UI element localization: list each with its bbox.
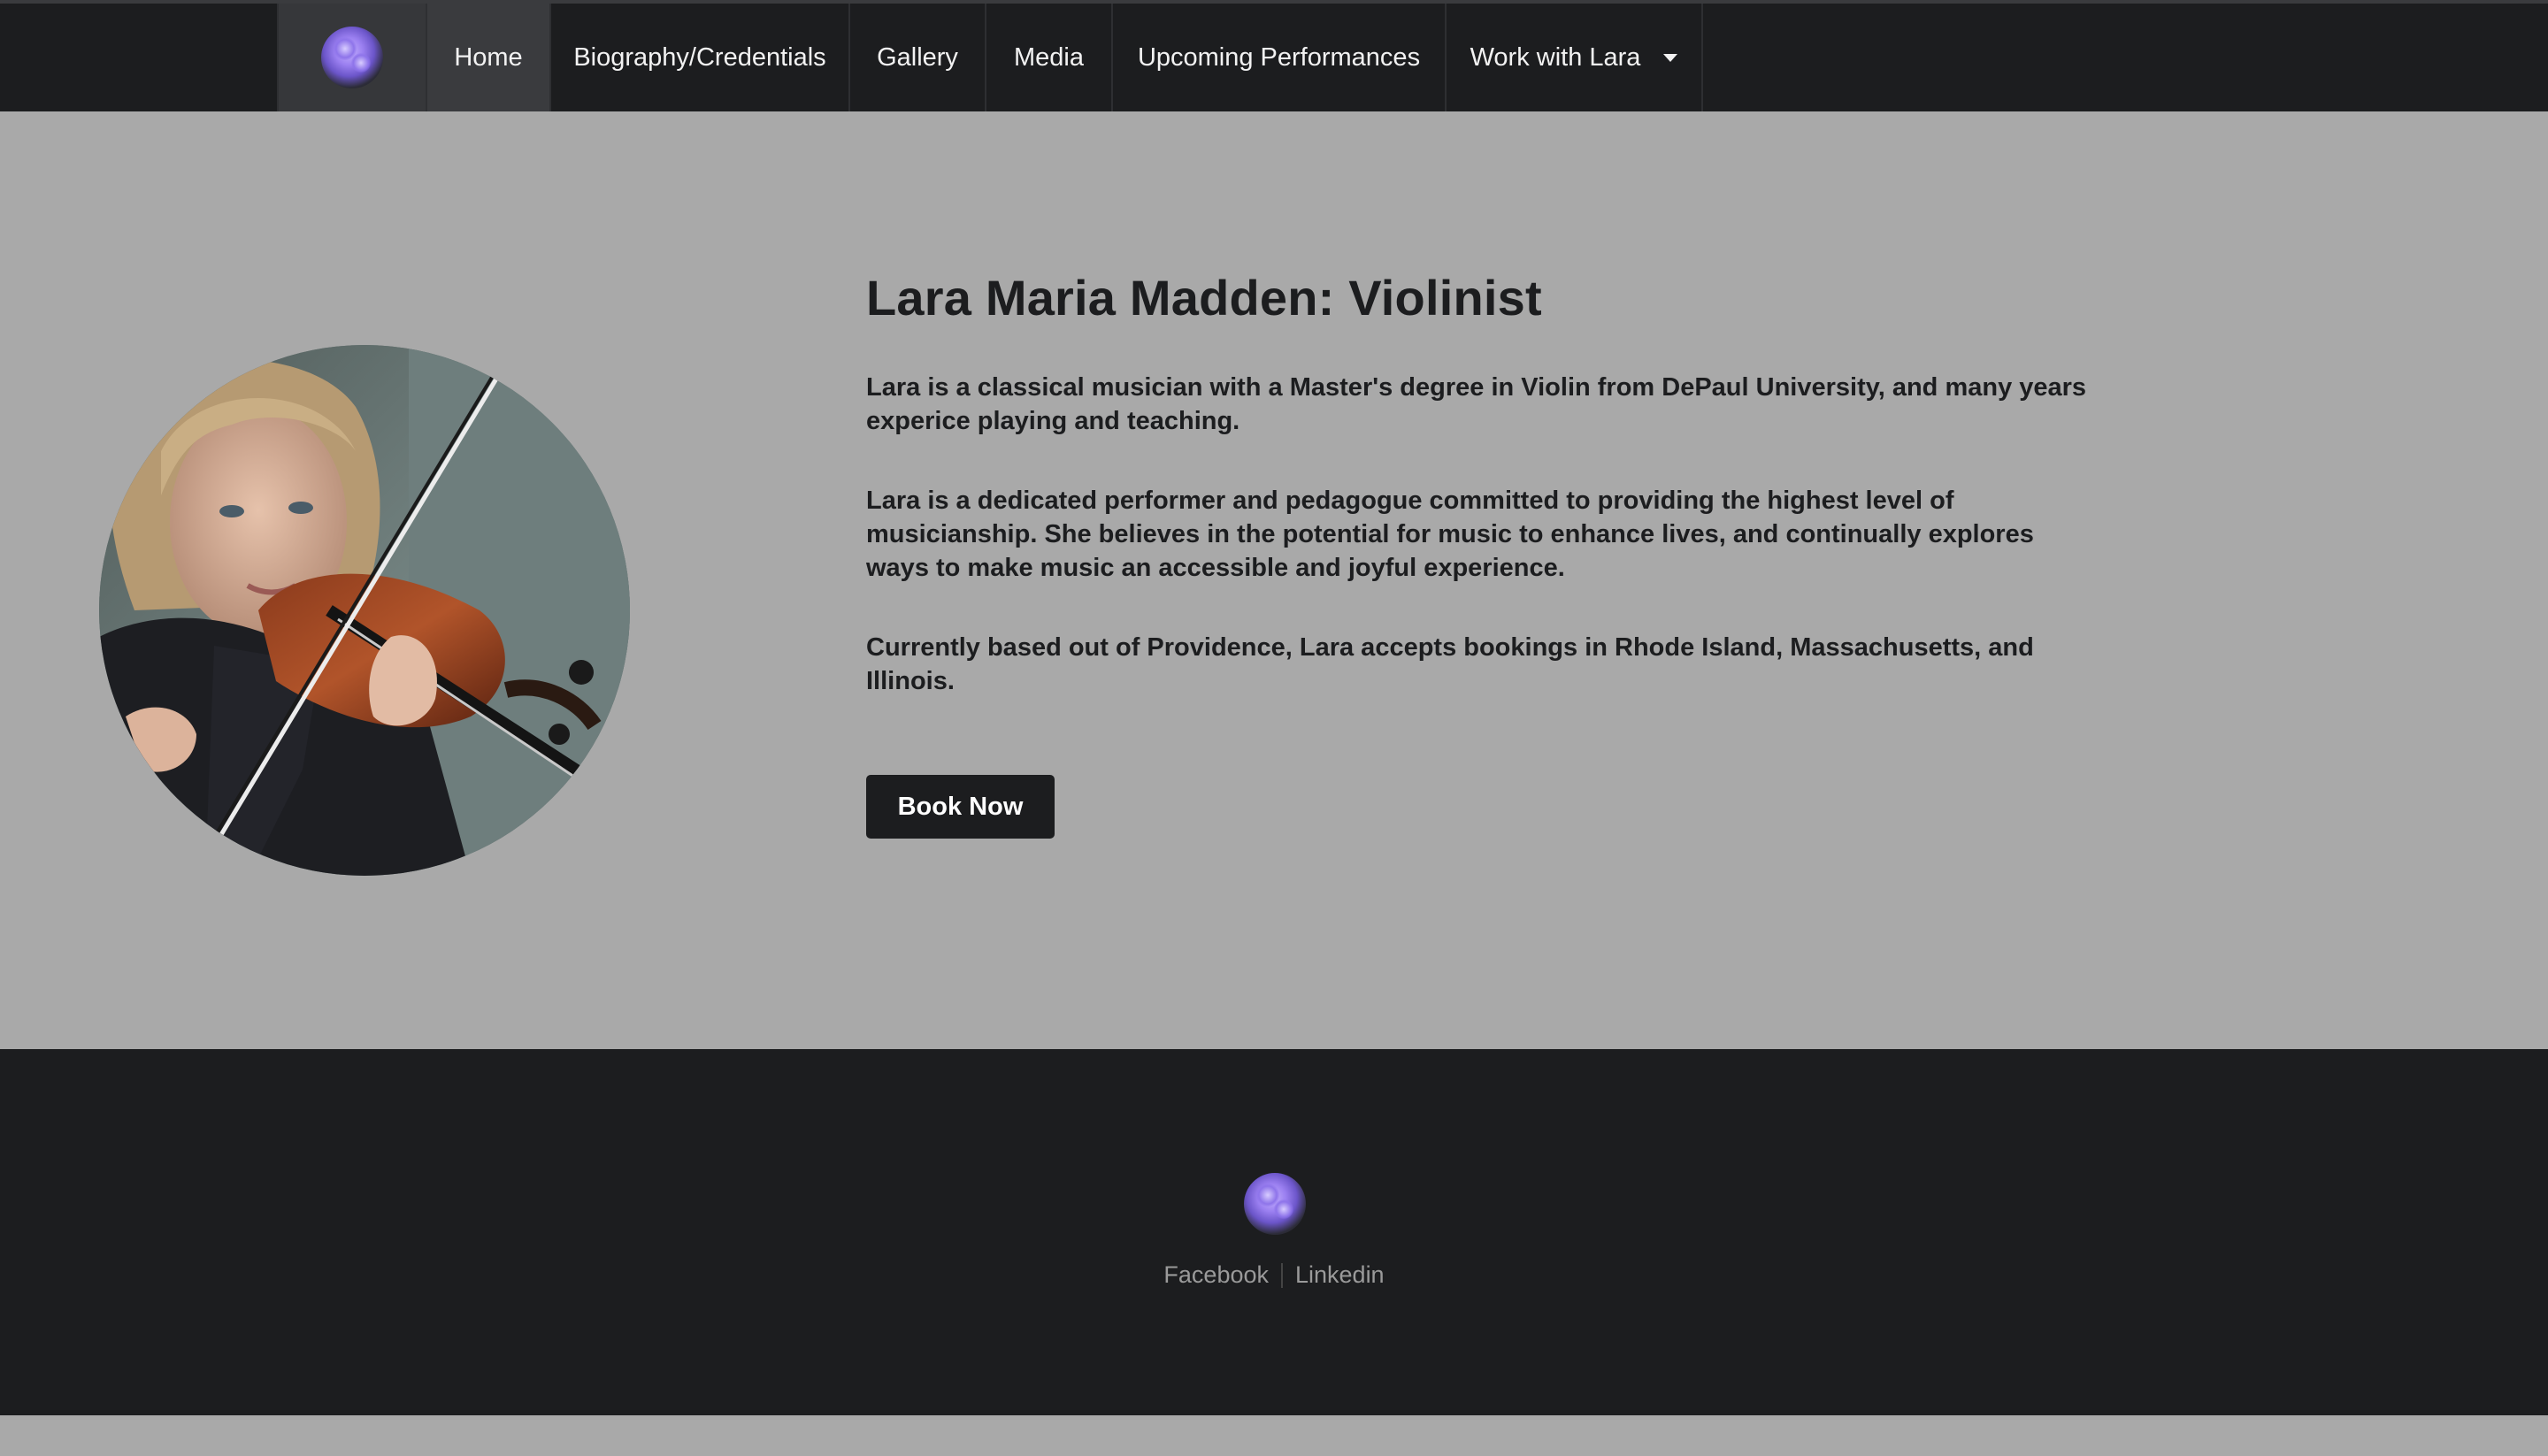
nav-item-label: Media xyxy=(1014,42,1084,72)
nav-item-biography[interactable]: Biography/Credentials xyxy=(551,4,850,111)
caret-down-icon xyxy=(1663,53,1678,62)
nav-item-label: Biography/Credentials xyxy=(573,42,826,72)
nav-logo[interactable] xyxy=(279,4,427,111)
nav-item-work-with-lara[interactable]: Work with Lara xyxy=(1447,4,1703,111)
footer-logo[interactable] xyxy=(1244,1173,1306,1235)
nav-item-label: Upcoming Performances xyxy=(1137,42,1421,72)
amethyst-logo-icon xyxy=(321,27,383,88)
hero-content: Lara Maria Madden: Violinist Lara is a c… xyxy=(866,269,2105,744)
facebook-link[interactable]: Facebook xyxy=(1163,1261,1269,1289)
social-links: Facebook Linkedin xyxy=(0,1261,2548,1289)
nav-item-label: Work with Lara xyxy=(1470,42,1641,72)
site-footer: Facebook Linkedin xyxy=(0,1049,2548,1415)
link-divider xyxy=(1281,1262,1283,1288)
nav-item-gallery[interactable]: Gallery xyxy=(850,4,986,111)
bio-paragraph: Lara is a classical musician with a Mast… xyxy=(866,373,2087,435)
portrait-illustration xyxy=(99,345,630,876)
page-title: Lara Maria Madden: Violinist xyxy=(866,270,1542,326)
nav-item-label: Gallery xyxy=(877,42,958,72)
book-now-button[interactable]: Book Now xyxy=(866,775,1055,839)
top-navbar: Home Biography/Credentials Gallery Media… xyxy=(0,0,2548,111)
nav-item-home[interactable]: Home xyxy=(427,4,551,111)
bottom-strip xyxy=(0,1415,2548,1456)
linkedin-link[interactable]: Linkedin xyxy=(1295,1261,1385,1289)
violinist-portrait-image xyxy=(99,345,630,876)
nav-item-label: Home xyxy=(454,42,523,72)
nav-item-media[interactable]: Media xyxy=(986,4,1113,111)
hero-section: Lara Maria Madden: Violinist Lara is a c… xyxy=(0,111,2548,1049)
amethyst-logo-icon xyxy=(1244,1173,1306,1235)
nav-menu: Home Biography/Credentials Gallery Media… xyxy=(277,4,1703,111)
bio-paragraph: Lara is a dedicated performer and pedago… xyxy=(866,487,2034,582)
bio-paragraph: Currently based out of Providence, Lara … xyxy=(866,633,2034,695)
nav-item-upcoming-performances[interactable]: Upcoming Performances xyxy=(1113,4,1447,111)
